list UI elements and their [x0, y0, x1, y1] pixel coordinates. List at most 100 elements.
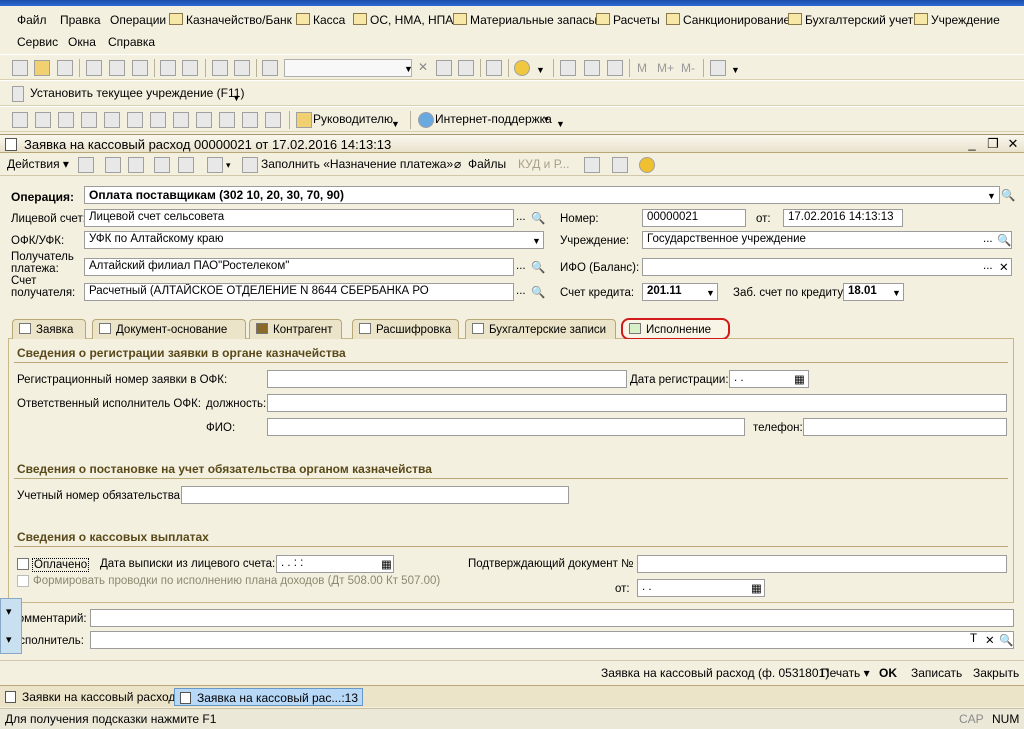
print-doc-icon[interactable]	[178, 157, 194, 173]
paid-label[interactable]: Оплачено	[32, 558, 90, 572]
calculator-icon[interactable]	[560, 60, 576, 76]
close-button[interactable]: Закрыть	[973, 666, 1019, 680]
reg-number-field[interactable]	[267, 370, 627, 388]
chevron-down-icon[interactable]: ▾	[226, 160, 231, 171]
print-button[interactable]: Печать ▾	[821, 666, 870, 680]
ok-button[interactable]: OK	[879, 666, 897, 680]
fio-field[interactable]	[267, 418, 745, 436]
position-field[interactable]	[267, 394, 1007, 412]
chevron-down-icon[interactable]: ▼	[556, 119, 565, 129]
help-icon[interactable]	[639, 157, 655, 173]
set-institution-button[interactable]: Установить текущее учреждение (F11)	[30, 86, 244, 100]
doc-icon[interactable]	[12, 112, 28, 128]
doc-icon[interactable]	[35, 112, 51, 128]
search-icon[interactable]: 🔍	[531, 260, 545, 274]
doc-icon[interactable]	[196, 112, 212, 128]
post-icon[interactable]	[78, 157, 94, 173]
find-icon[interactable]	[262, 60, 278, 76]
select-button[interactable]: ...	[983, 260, 993, 272]
undo-icon[interactable]	[212, 60, 228, 76]
menu-materials[interactable]: Материальные запасы	[453, 13, 597, 27]
number-field[interactable]: 00000021	[642, 209, 746, 227]
doc-icon[interactable]	[219, 112, 235, 128]
taskbar-item-document[interactable]: Заявка на кассовый рас...:13	[174, 688, 364, 706]
menu-institution[interactable]: Учреждение	[914, 13, 1000, 27]
tab-base-document[interactable]: Документ-основание	[92, 319, 246, 339]
manager-button[interactable]: Руководителю	[313, 112, 393, 126]
go-icon[interactable]	[207, 157, 223, 173]
doc-icon[interactable]	[127, 112, 143, 128]
menu-settlements[interactable]: Расчеты	[596, 13, 660, 27]
chevron-down-icon[interactable]: ▼	[536, 65, 545, 75]
search-icon[interactable]: 🔍	[999, 633, 1013, 647]
comment-field[interactable]	[90, 609, 1014, 627]
menu-sanction[interactable]: Санкционирование	[666, 13, 790, 27]
select-button[interactable]: ...	[516, 285, 526, 297]
search-icon[interactable]: 🔍	[997, 233, 1011, 247]
phone-field[interactable]	[803, 418, 1007, 436]
select-button[interactable]: ...	[983, 233, 993, 245]
menu-help[interactable]: Справка	[108, 35, 155, 49]
confirm-doc-field[interactable]	[637, 555, 1007, 573]
preview-icon[interactable]	[182, 60, 198, 76]
search-input[interactable]	[284, 59, 412, 77]
doc-icon[interactable]	[81, 112, 97, 128]
side-panel-toggle[interactable]: ▾ ▾	[0, 598, 22, 654]
operation-field[interactable]: Оплата поставщикам (302 10, 20, 30, 70, …	[84, 186, 1000, 204]
account-field[interactable]: Лицевой счет сельсовета	[84, 209, 514, 227]
view-icon[interactable]	[105, 157, 121, 173]
chevron-down-icon[interactable]: ▼	[987, 191, 996, 201]
fill-purpose-button[interactable]: Заполнить «Назначение платежа»	[261, 157, 453, 171]
chevron-down-icon[interactable]: ▼	[404, 64, 413, 74]
doc-icon[interactable]	[150, 112, 166, 128]
form-entries-checkbox[interactable]	[17, 575, 29, 587]
print-form-button[interactable]: Заявка на кассовый расход (ф. 0531801)	[601, 666, 829, 680]
menu-edit[interactable]: Правка	[60, 13, 101, 27]
tab-counterparty[interactable]: Контрагент	[249, 319, 342, 339]
institution-field[interactable]: Государственное учреждение	[642, 231, 1012, 249]
menu-fixed-assets[interactable]: ОС, НМА, НПА	[353, 13, 453, 27]
confirm-date-field[interactable]: . .	[637, 579, 765, 597]
select-button[interactable]: ...	[516, 211, 526, 223]
chevron-down-icon[interactable]: ▼	[731, 65, 740, 75]
chevron-down-icon[interactable]: ▼	[892, 288, 901, 298]
doc-icon[interactable]	[265, 112, 281, 128]
doc-icon[interactable]	[58, 112, 74, 128]
payee-field[interactable]: Алтайский филиал ПАО"Ростелеком"	[84, 258, 514, 276]
calendar-icon[interactable]: ▦	[381, 557, 392, 571]
calendar-icon[interactable]	[584, 60, 600, 76]
menu-windows[interactable]: Окна	[68, 35, 96, 49]
copy-doc-icon[interactable]	[128, 157, 144, 173]
chevron-down-icon[interactable]: ▼	[706, 288, 715, 298]
paste-icon[interactable]	[132, 60, 148, 76]
tab-accounting-records[interactable]: Бухгалтерские записи	[465, 319, 616, 339]
m-plus-icon[interactable]: M+	[657, 61, 674, 75]
menu-operations[interactable]: Операции	[110, 13, 166, 27]
menu-cash[interactable]: Касса	[296, 13, 345, 27]
menu-service[interactable]: Сервис	[17, 35, 58, 49]
print-icon[interactable]	[160, 60, 176, 76]
save-button[interactable]: Записать	[911, 666, 962, 680]
menu-accounting[interactable]: Бухгалтерский учет	[788, 13, 913, 27]
minimize-icon[interactable]: _	[964, 136, 980, 151]
chevron-down-icon[interactable]: ▼	[532, 236, 541, 246]
taskbar-item-list[interactable]: Заявки на кассовый расход	[0, 688, 179, 706]
calendar-icon[interactable]: ▦	[751, 581, 762, 595]
statement-date-field[interactable]: . . : :	[276, 555, 394, 573]
calendar-icon[interactable]: ▦	[794, 372, 805, 386]
tab-execution[interactable]: Исполнение	[621, 318, 730, 340]
restore-icon[interactable]: ❐	[985, 136, 1001, 151]
chevron-down-icon[interactable]: ▼	[232, 93, 241, 103]
date-field[interactable]: 17.02.2016 14:13:13	[783, 209, 903, 227]
search-icon[interactable]: 🔍	[531, 285, 545, 299]
clear-icon[interactable]: ✕	[985, 633, 995, 647]
executor-field[interactable]	[90, 631, 1014, 649]
clear-icon[interactable]: ✕	[999, 260, 1009, 274]
chevron-down-icon[interactable]: ▼	[391, 119, 400, 129]
structure-icon[interactable]	[612, 157, 628, 173]
menu-file[interactable]: Файл	[17, 13, 47, 27]
find-next-icon[interactable]	[436, 60, 452, 76]
accounting-entries-icon[interactable]	[584, 157, 600, 173]
doc-icon[interactable]	[242, 112, 258, 128]
support-button[interactable]: Интернет-поддержка	[435, 112, 552, 126]
